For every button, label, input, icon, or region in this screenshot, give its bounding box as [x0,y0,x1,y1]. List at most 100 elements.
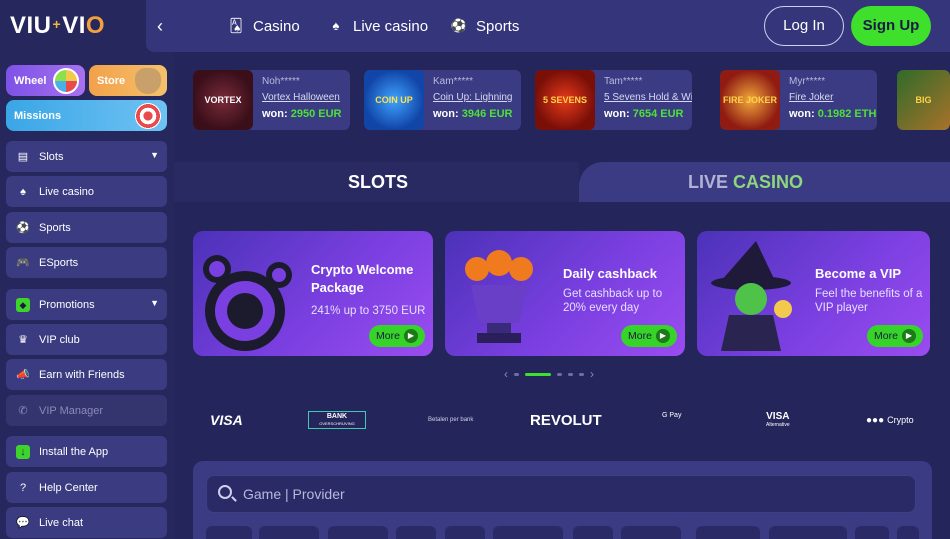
filter-chip[interactable] [259,526,319,539]
sidebar-item-label: ESports [39,256,79,269]
filter-chip[interactable] [696,526,760,539]
banner-daily-cashback[interactable]: Daily cashback Get cashback up to 20% ev… [445,231,685,356]
filter-chip[interactable] [206,526,252,539]
casino-icon: 🂡 [229,18,243,33]
banner-become-vip[interactable]: Become a VIP Feel the benefits of a VIP … [697,231,930,356]
sidebar-item-slots[interactable]: ▤ Slots ▼ [6,141,167,172]
sidebar-item-label: VIP Manager [39,404,104,417]
game-thumbnail: COIN UP [364,70,424,130]
chevron-down-icon: ▼ [150,150,159,160]
sidebar-item-label: Slots [39,150,64,163]
filter-chip[interactable] [621,526,681,539]
arrow-right-icon: ▶ [901,329,916,343]
filter-chip[interactable] [573,526,613,539]
store-promo[interactable]: Store [89,65,167,96]
revolut-logo: REVOLUT [530,411,602,429]
crypto-logo: ●●● Crypto [866,414,914,426]
whatsapp-icon: ✆ [18,404,28,417]
winner-game-link[interactable]: 5 Sevens Hold & Win [604,92,692,103]
winner-user: Tam***** [604,76,643,87]
filter-chip[interactable] [855,526,889,539]
live-casino-icon: ♠ [20,185,26,198]
filter-chip[interactable] [396,526,436,539]
crypto-coins-icon: ●●● [866,414,885,426]
sidebar-item-install-app[interactable]: ↓ Install the App [6,436,167,467]
filter-chip[interactable] [328,526,388,539]
sidebar-item-vip-manager[interactable]: ✆ VIP Manager [6,395,167,426]
carousel-dot[interactable] [568,372,573,376]
trophy-icon [465,250,533,343]
more-button[interactable]: More ▶ [621,325,677,347]
sidebar-item-help-center[interactable]: ? Help Center [6,472,167,503]
visa-logo: VISA [210,412,243,428]
game-thumbnail: BIG [897,70,950,130]
category-tabs: SLOTS LIVE CASINO [174,162,950,202]
signup-button[interactable]: Sign Up [851,6,931,46]
wheel-promo[interactable]: Wheel [6,65,85,96]
carousel-dot[interactable] [514,372,519,376]
sidebar-item-label: Live chat [39,516,84,529]
filter-chip[interactable] [493,526,563,539]
more-button[interactable]: More ▶ [867,325,923,347]
nav-sports[interactable]: ⚽ Sports [450,14,519,38]
logo[interactable]: VIU+VIO [10,12,105,40]
missions-label: Missions [14,110,62,122]
poker-chip-icon [203,255,292,351]
nav-casino[interactable]: 🂡 Casino [227,14,299,38]
sidebar-item-label: Install the App [39,445,109,458]
sidebar-item-label: Earn with Friends [39,368,125,381]
winner-card[interactable]: BIG [897,70,950,130]
target-icon [135,103,161,129]
help-icon: ? [19,481,27,494]
winner-card[interactable]: VORTEX Noh***** Vortex Halloween won: 29… [193,70,350,130]
sidebar-item-vip-club[interactable]: ♛ VIP club [6,324,167,355]
sidebar: Wheel Store Missions ▤ Slots ▼ ♠ Live ca… [0,52,174,539]
winner-card[interactable]: COIN UP Kam***** Coin Up: Lighning won: … [364,70,521,130]
login-button[interactable]: Log In [764,6,844,46]
tab-live-casino[interactable]: LIVE CASINO [688,172,803,193]
store-label: Store [97,75,126,87]
winner-amount: won: 2950 EUR [262,108,342,120]
filter-chip[interactable] [445,526,485,539]
sidebar-item-esports[interactable]: 🎮 ESports [6,247,167,278]
chevron-right-icon[interactable]: › [590,367,594,381]
filter-chip[interactable] [897,526,919,539]
winner-game-link[interactable]: Fire Joker [789,92,833,103]
game-thumbnail: VORTEX [193,70,253,130]
tag-icon: ◆ [16,297,30,312]
sidebar-item-sports[interactable]: ⚽ Sports [6,212,167,243]
nav-live-casino-label: Live casino [353,17,429,35]
winner-game-link[interactable]: Coin Up: Lighning [433,92,513,103]
winner-card[interactable]: FIRE JOKER Myr***** Fire Joker won: 0.19… [720,70,877,130]
chevron-left-icon[interactable]: ‹ [504,367,508,381]
gamepad-icon: 🎮 [16,256,30,269]
sidebar-item-label: VIP club [39,333,80,346]
chevron-left-icon[interactable]: ‹ [150,14,170,38]
carousel-dot[interactable] [557,372,562,376]
search-input[interactable] [206,475,916,513]
winner-user: Kam***** [433,76,474,87]
sidebar-item-live-chat[interactable]: 💬 Live chat [6,507,167,538]
tab-slots[interactable]: SLOTS [348,172,408,193]
arrow-right-icon: ▶ [403,329,418,343]
winner-amount: won: 0.1982 ETH [789,108,877,120]
sidebar-item-live-casino[interactable]: ♠ Live casino [6,176,167,207]
soccer-ball-icon: ⚽ [16,221,30,234]
banner-crypto-welcome[interactable]: Crypto Welcome Package 241% up to 3750 E… [193,231,433,356]
sidebar-item-label: Help Center [39,481,98,494]
carousel-dot[interactable] [579,372,584,376]
sidebar-item-promotions[interactable]: ◆ Promotions ▼ [6,289,167,320]
more-button[interactable]: More ▶ [369,325,425,347]
filter-chip[interactable] [769,526,847,539]
live-casino-icon: ♠ [332,18,340,33]
soccer-ball-icon: ⚽ [450,18,468,33]
winner-amount: won: 7654 EUR [604,108,684,120]
missions-promo[interactable]: Missions [6,100,167,131]
winner-card[interactable]: 5 SEVENS Tam***** 5 Sevens Hold & Win wo… [535,70,692,130]
winner-amount: won: 3946 EUR [433,108,513,120]
winner-game-link[interactable]: Vortex Halloween [262,92,340,103]
carousel-dot-active[interactable] [525,372,551,376]
slots-icon: ▤ [17,150,29,163]
nav-live-casino[interactable]: ♠ Live casino [327,14,429,38]
sidebar-item-earn-with-friends[interactable]: 📣 Earn with Friends [6,359,167,390]
